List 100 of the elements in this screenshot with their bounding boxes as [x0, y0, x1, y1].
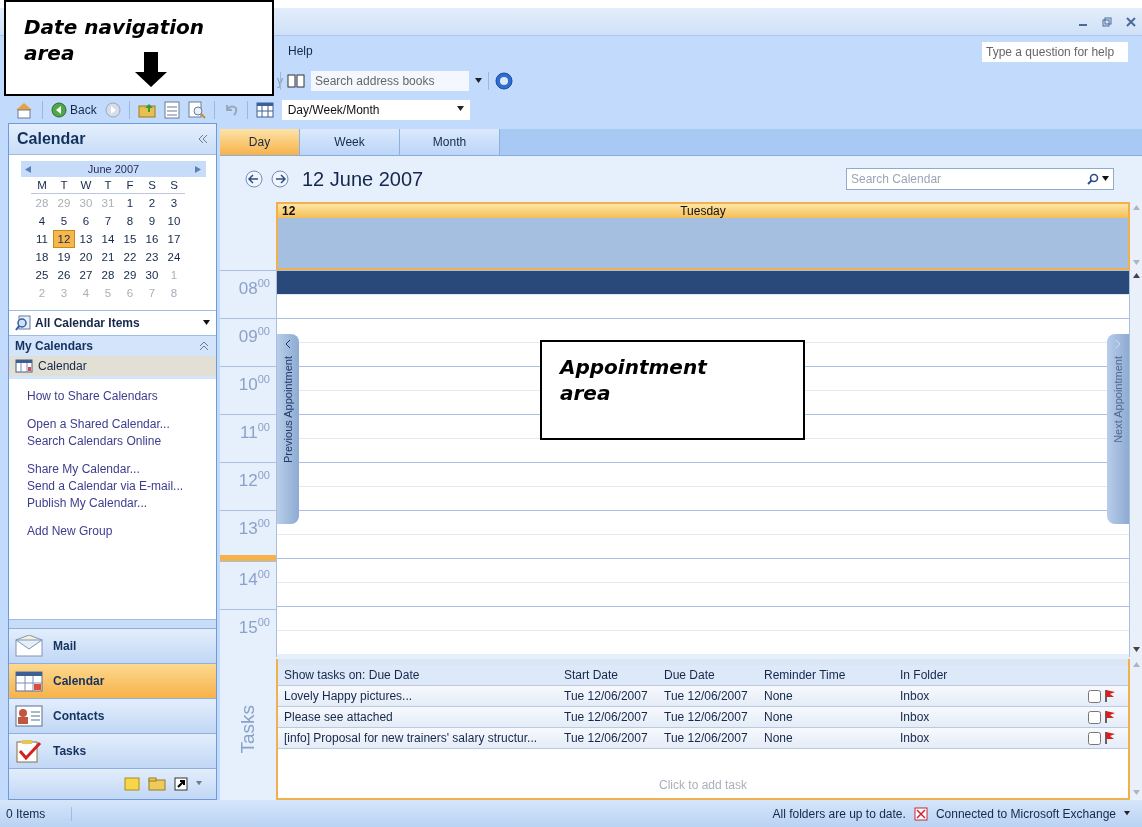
- address-book-icon[interactable]: [287, 73, 305, 89]
- calendar-day[interactable]: 14: [97, 230, 119, 248]
- pane-link[interactable]: Add New Group: [27, 524, 216, 538]
- calendar-day[interactable]: 16: [141, 230, 163, 248]
- dropdown-icon[interactable]: [456, 106, 464, 113]
- print-preview-icon[interactable]: [187, 100, 206, 119]
- calendar-day[interactable]: 26: [53, 266, 75, 284]
- dropdown-icon[interactable]: [1124, 810, 1130, 817]
- pane-link[interactable]: Send a Calendar via E-mail...: [27, 479, 216, 493]
- calendar-day[interactable]: 15: [119, 230, 141, 248]
- calendar-day[interactable]: 19: [53, 248, 75, 266]
- calendar-day[interactable]: 11: [31, 230, 53, 248]
- back-button[interactable]: Back: [51, 101, 97, 118]
- task-row[interactable]: Please see attached Tue 12/06/2007 Tue 12/06/2007 None Inbox: [278, 707, 1128, 728]
- navigation-button[interactable]: Calendar: [9, 663, 216, 698]
- dropdown-icon[interactable]: [1102, 175, 1109, 183]
- hour-label: 09$^{00}$: [220, 318, 276, 366]
- calendar-day[interactable]: 29: [119, 266, 141, 284]
- previous-appointment-tab[interactable]: Previous Appointment: [277, 334, 299, 524]
- column-header[interactable]: In Folder: [900, 668, 1088, 682]
- address-search-field[interactable]: Search address books: [311, 71, 469, 91]
- calendar-day[interactable]: 9: [141, 212, 163, 230]
- hour-label: 14$^{00}$: [220, 561, 276, 609]
- pane-link[interactable]: Search Calendars Online: [27, 434, 216, 448]
- complete-checkbox[interactable]: [1088, 710, 1101, 724]
- navigation-button[interactable]: Contacts: [9, 698, 216, 733]
- help-search-field[interactable]: Type a question for help: [982, 42, 1128, 62]
- calendar-day[interactable]: 4: [31, 212, 53, 230]
- dropdown-icon[interactable]: [203, 319, 210, 327]
- envelope-icon: [15, 635, 43, 657]
- view-tab[interactable]: Day: [220, 129, 300, 155]
- view-select[interactable]: Day/Week/Month: [281, 99, 470, 120]
- calendar-day[interactable]: 17: [163, 230, 185, 248]
- dropdown-icon[interactable]: [475, 77, 482, 85]
- scroll-up-icon[interactable]: [1132, 273, 1140, 280]
- calendar-day[interactable]: 22: [119, 248, 141, 266]
- next-month-icon[interactable]: [195, 165, 202, 173]
- connection-icon[interactable]: [913, 806, 928, 821]
- calendar-day[interactable]: 25: [31, 266, 53, 284]
- calendar-day[interactable]: 2: [141, 194, 163, 212]
- calendar-day[interactable]: 20: [75, 248, 97, 266]
- pane-link[interactable]: Publish My Calendar...: [27, 496, 216, 510]
- previous-month-icon[interactable]: [25, 165, 32, 173]
- weekday-label: T: [59, 178, 69, 193]
- calendar-day[interactable]: 13: [75, 230, 97, 248]
- search-icon[interactable]: [1087, 173, 1099, 185]
- connection-status[interactable]: Connected to Microsoft Exchange: [935, 806, 1116, 821]
- column-header[interactable]: Show tasks on: Due Date: [284, 668, 564, 682]
- calendar-day[interactable]: 28: [97, 266, 119, 284]
- pane-link[interactable]: Open a Shared Calendar...: [27, 417, 216, 431]
- calendar-day[interactable]: 8: [119, 212, 141, 230]
- weekday-label: T: [103, 178, 113, 193]
- calendar-list-item[interactable]: Calendar: [9, 356, 216, 379]
- calendar-day[interactable]: 7: [97, 212, 119, 230]
- collapse-icon[interactable]: [198, 135, 208, 143]
- calendar-day[interactable]: 27: [75, 266, 97, 284]
- calendar-day[interactable]: 6: [75, 212, 97, 230]
- column-header[interactable]: Start Date: [564, 668, 664, 682]
- selected-time-slot[interactable]: [277, 270, 1129, 294]
- calendar-day[interactable]: 23: [141, 248, 163, 266]
- column-header[interactable]: Reminder Time: [764, 668, 900, 682]
- view-tab[interactable]: Week: [300, 129, 400, 155]
- close-icon[interactable]: [1126, 16, 1136, 27]
- task-row[interactable]: [info] Proposal for new trainers' salary structur... Tue 12/06/2007 Tue 12/06/2007 None Inbox: [278, 728, 1128, 749]
- calendar-grid-icon[interactable]: [255, 101, 274, 118]
- flag-icon[interactable]: [1104, 689, 1116, 703]
- folder-icon[interactable]: [148, 777, 166, 791]
- flag-icon[interactable]: [1104, 710, 1116, 724]
- complete-checkbox[interactable]: [1088, 689, 1101, 703]
- scroll-down-icon[interactable]: [1132, 647, 1140, 654]
- task-row[interactable]: Lovely Happy pictures... Tue 12/06/2007 Tue 12/06/2007 None Inbox: [278, 686, 1128, 707]
- complete-checkbox[interactable]: [1088, 731, 1101, 745]
- restore-icon[interactable]: [1102, 16, 1112, 27]
- column-header[interactable]: Due Date: [664, 668, 764, 682]
- chevron-left-icon[interactable]: [285, 340, 291, 348]
- calendar-day[interactable]: 10: [163, 212, 185, 230]
- pane-link[interactable]: Share My Calendar...: [27, 462, 216, 476]
- search-box[interactable]: Search Calendar: [846, 168, 1114, 190]
- calendar-day[interactable]: 12: [53, 230, 75, 248]
- navigation-button[interactable]: Tasks: [9, 733, 216, 768]
- help-icon[interactable]: [495, 72, 513, 90]
- collapse-icon[interactable]: [200, 341, 208, 351]
- pane-link[interactable]: How to Share Calendars: [27, 389, 216, 403]
- calendar-day[interactable]: 3: [163, 194, 185, 212]
- folder-up-icon[interactable]: [137, 101, 156, 118]
- flag-icon[interactable]: [1104, 731, 1116, 745]
- view-tab[interactable]: Month: [400, 129, 500, 155]
- menu-item[interactable]: Help: [288, 44, 313, 58]
- down-arrow-icon: [133, 52, 169, 88]
- calendar-day[interactable]: 24: [163, 248, 185, 266]
- calendar-day[interactable]: 21: [97, 248, 119, 266]
- calendar-day[interactable]: 1: [119, 194, 141, 212]
- shortcut-icon[interactable]: [174, 777, 188, 791]
- list-icon[interactable]: [163, 100, 180, 119]
- calendar-day[interactable]: 30: [141, 266, 163, 284]
- calendar-day[interactable]: 18: [31, 248, 53, 266]
- clipboard-check-icon: [15, 739, 43, 763]
- home-icon[interactable]: [14, 100, 34, 119]
- navigation-button[interactable]: Mail: [9, 628, 216, 663]
- calendar-day[interactable]: 5: [53, 212, 75, 230]
